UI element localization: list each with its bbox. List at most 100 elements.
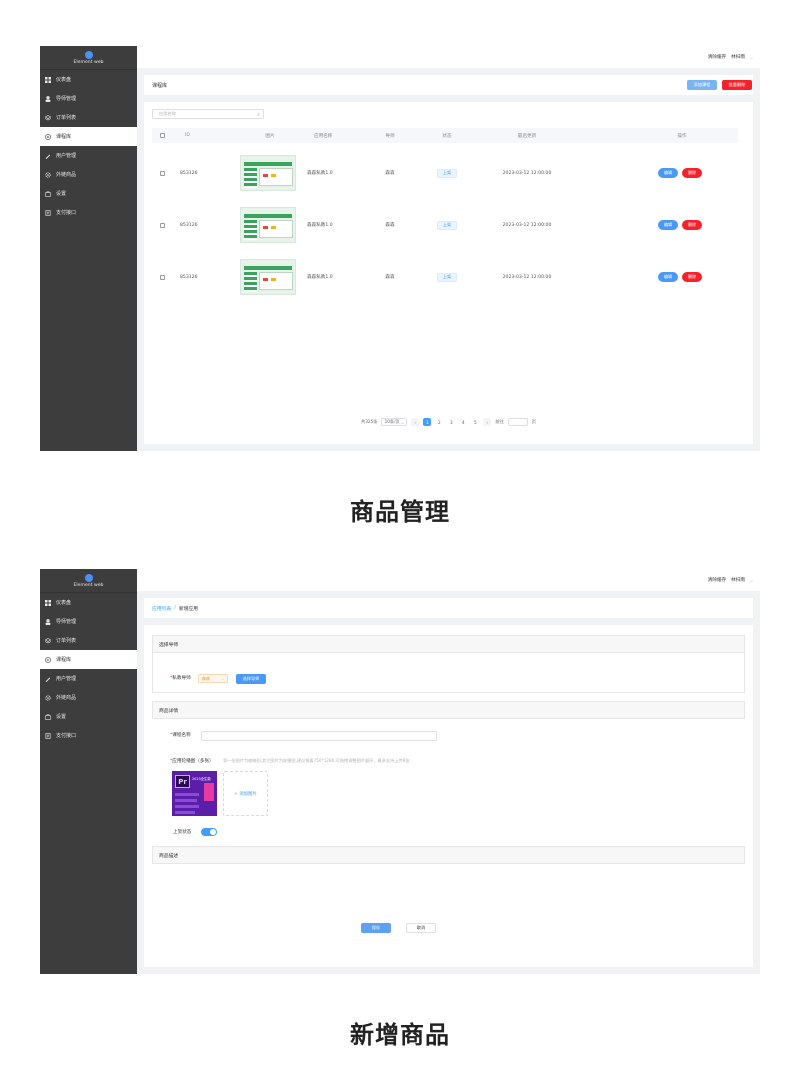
main-content: 应用列表 / 新增应用 选择导师 *私教导师 森森 ⌵ 选择导师 商品详情 *课程…: [137, 591, 760, 974]
page-number[interactable]: 4: [459, 418, 467, 426]
status-badge: 上架: [437, 272, 457, 282]
row-id: 853126: [180, 274, 198, 280]
sidebar-item-label: 支付接口: [56, 210, 77, 216]
column-header-actions: 操作: [677, 133, 687, 139]
sidebar-item-dashboard[interactable]: 仪表盘: [40, 70, 137, 89]
user-menu[interactable]: 林扫雨: [731, 54, 745, 60]
sidebar-item-external-goods[interactable]: 外链商品: [40, 688, 137, 707]
column-header-updated: 最后更新: [517, 133, 537, 139]
sidebar-item-label: 仪表盘: [56, 600, 72, 606]
gear-icon: [45, 694, 51, 701]
bag-icon: [45, 714, 51, 720]
row-tutor: 森森: [385, 171, 395, 176]
document-icon: [45, 732, 51, 739]
select-tutor-button[interactable]: 选择导师: [236, 674, 266, 684]
cancel-button[interactable]: 取消: [406, 923, 436, 933]
next-page-button[interactable]: ›: [483, 418, 492, 426]
breadcrumb-current: 新增应用: [178, 606, 199, 612]
search-icon: ⌕: [257, 112, 260, 118]
sidebar-item-courses[interactable]: 课程库: [40, 127, 137, 146]
private-tutor-label: *私教导师: [170, 675, 191, 681]
private-tutor-label-text: 私教导师: [172, 676, 191, 681]
edit-button[interactable]: 编辑: [658, 272, 678, 282]
sidebar: Element web 仪表盘 导师管理 订单列表 课程库 用户管理 外链商品: [40, 46, 137, 451]
column-header-tutor: 导师: [385, 133, 395, 139]
delete-button[interactable]: 删除: [682, 220, 702, 230]
sidebar-item-settings[interactable]: 设置: [40, 707, 137, 726]
sidebar-item-label: 导师管理: [56, 619, 77, 625]
batch-delete-button[interactable]: 批量删除: [722, 80, 752, 90]
row-checkbox[interactable]: [160, 170, 165, 176]
pagination-total: 共325条: [361, 419, 378, 424]
row-checkbox[interactable]: [160, 274, 165, 280]
sidebar-item-tutors[interactable]: 导师管理: [40, 612, 137, 631]
delete-button[interactable]: 删除: [682, 168, 702, 178]
page-number[interactable]: 5: [471, 418, 479, 426]
sidebar-item-payment[interactable]: 支付接口: [40, 203, 137, 222]
logo-icon: [84, 573, 93, 582]
breadcrumb-parent[interactable]: 应用列表: [152, 605, 171, 612]
checkbox[interactable]: [160, 133, 165, 138]
table-header: ID 图片 应用名称 导师 状态 最后更新 操作: [152, 128, 738, 143]
sidebar-item-users[interactable]: 用户管理: [40, 669, 137, 688]
prev-page-button[interactable]: ‹: [411, 418, 420, 426]
premiere-icon: Pr: [175, 775, 190, 788]
section-select-tutor-body: [152, 653, 745, 693]
table-row: 853126 森森私教1.0 森森 上架 2023-03-12 12:00:00…: [152, 255, 738, 299]
bag-icon: [45, 191, 51, 197]
sidebar-item-payment[interactable]: 支付接口: [40, 726, 137, 745]
chevron-down-icon[interactable]: ⌵: [750, 55, 753, 60]
form-card: 选择导师 *私教导师 森森 ⌵ 选择导师 商品详情 *课程名称 *应用轮播图（多张…: [144, 625, 753, 967]
status-toggle[interactable]: [201, 828, 217, 836]
goto-label: 前往: [495, 419, 504, 424]
brand-name: Element web: [73, 582, 104, 588]
page-number[interactable]: 2: [435, 418, 443, 426]
clear-cache-link[interactable]: 清除缓存: [708, 54, 726, 60]
edit-button[interactable]: 编辑: [658, 168, 678, 178]
sidebar-item-orders[interactable]: 订单列表: [40, 631, 137, 650]
user-icon: [45, 95, 51, 102]
carousel-label-text: 应用轮播图（多张）: [172, 759, 214, 764]
search-input[interactable]: 应用名称 ⌕: [152, 109, 264, 119]
pen-icon: [45, 153, 51, 159]
user-menu[interactable]: 林扫雨: [731, 577, 745, 583]
sidebar-item-courses[interactable]: 课程库: [40, 650, 137, 669]
sidebar-item-external-goods[interactable]: 外链商品: [40, 165, 137, 184]
row-checkbox[interactable]: [160, 222, 165, 228]
page-size-select[interactable]: 10条/页 ⌵: [381, 418, 408, 426]
brand-name: Element web: [73, 59, 104, 65]
select-all-checkbox[interactable]: [160, 128, 165, 143]
sidebar: Element web 仪表盘 导师管理 订单列表 课程库 用户管理 外链商品: [40, 569, 137, 974]
sidebar-item-label: 课程库: [56, 657, 72, 663]
row-id: 853126: [180, 170, 198, 176]
sidebar-item-settings[interactable]: 设置: [40, 184, 137, 203]
add-course-button[interactable]: 添加课程: [687, 80, 717, 90]
carousel-label: *应用轮播图（多张）: [170, 758, 214, 764]
delete-button[interactable]: 删除: [682, 272, 702, 282]
goto-page-input[interactable]: [507, 418, 528, 426]
clear-cache-link[interactable]: 清除缓存: [708, 577, 726, 583]
add-image-button[interactable]: + 添加图片: [223, 771, 268, 816]
sidebar-item-label: 外链商品: [56, 172, 77, 178]
page-title: 课程库: [152, 83, 168, 89]
brand: Element web: [40, 46, 137, 70]
sidebar-item-users[interactable]: 用户管理: [40, 146, 137, 165]
gear-icon: [45, 171, 51, 178]
course-name-input[interactable]: [201, 731, 437, 741]
table-row: 853126 森森私教1.0 森森 上架 2023-03-12 12:00:00…: [152, 151, 738, 195]
save-button[interactable]: 保存: [361, 923, 391, 933]
tutor-select[interactable]: 森森 ⌵: [198, 674, 228, 683]
layers-icon: [45, 114, 51, 121]
page-number[interactable]: 3: [447, 418, 455, 426]
pen-icon: [45, 676, 51, 682]
sidebar-item-dashboard[interactable]: 仪表盘: [40, 593, 137, 612]
carousel-image[interactable]: Pr 2023全生能: [172, 771, 217, 816]
page-number-active[interactable]: 1: [423, 418, 432, 426]
chevron-down-icon[interactable]: ⌵: [750, 578, 753, 583]
row-tutor: 森森: [385, 223, 395, 228]
edit-button[interactable]: 编辑: [658, 220, 678, 230]
sidebar-item-tutors[interactable]: 导师管理: [40, 89, 137, 108]
row-name: 森森私教1.0: [307, 171, 333, 176]
layers-icon: [45, 637, 51, 644]
sidebar-item-orders[interactable]: 订单列表: [40, 108, 137, 127]
